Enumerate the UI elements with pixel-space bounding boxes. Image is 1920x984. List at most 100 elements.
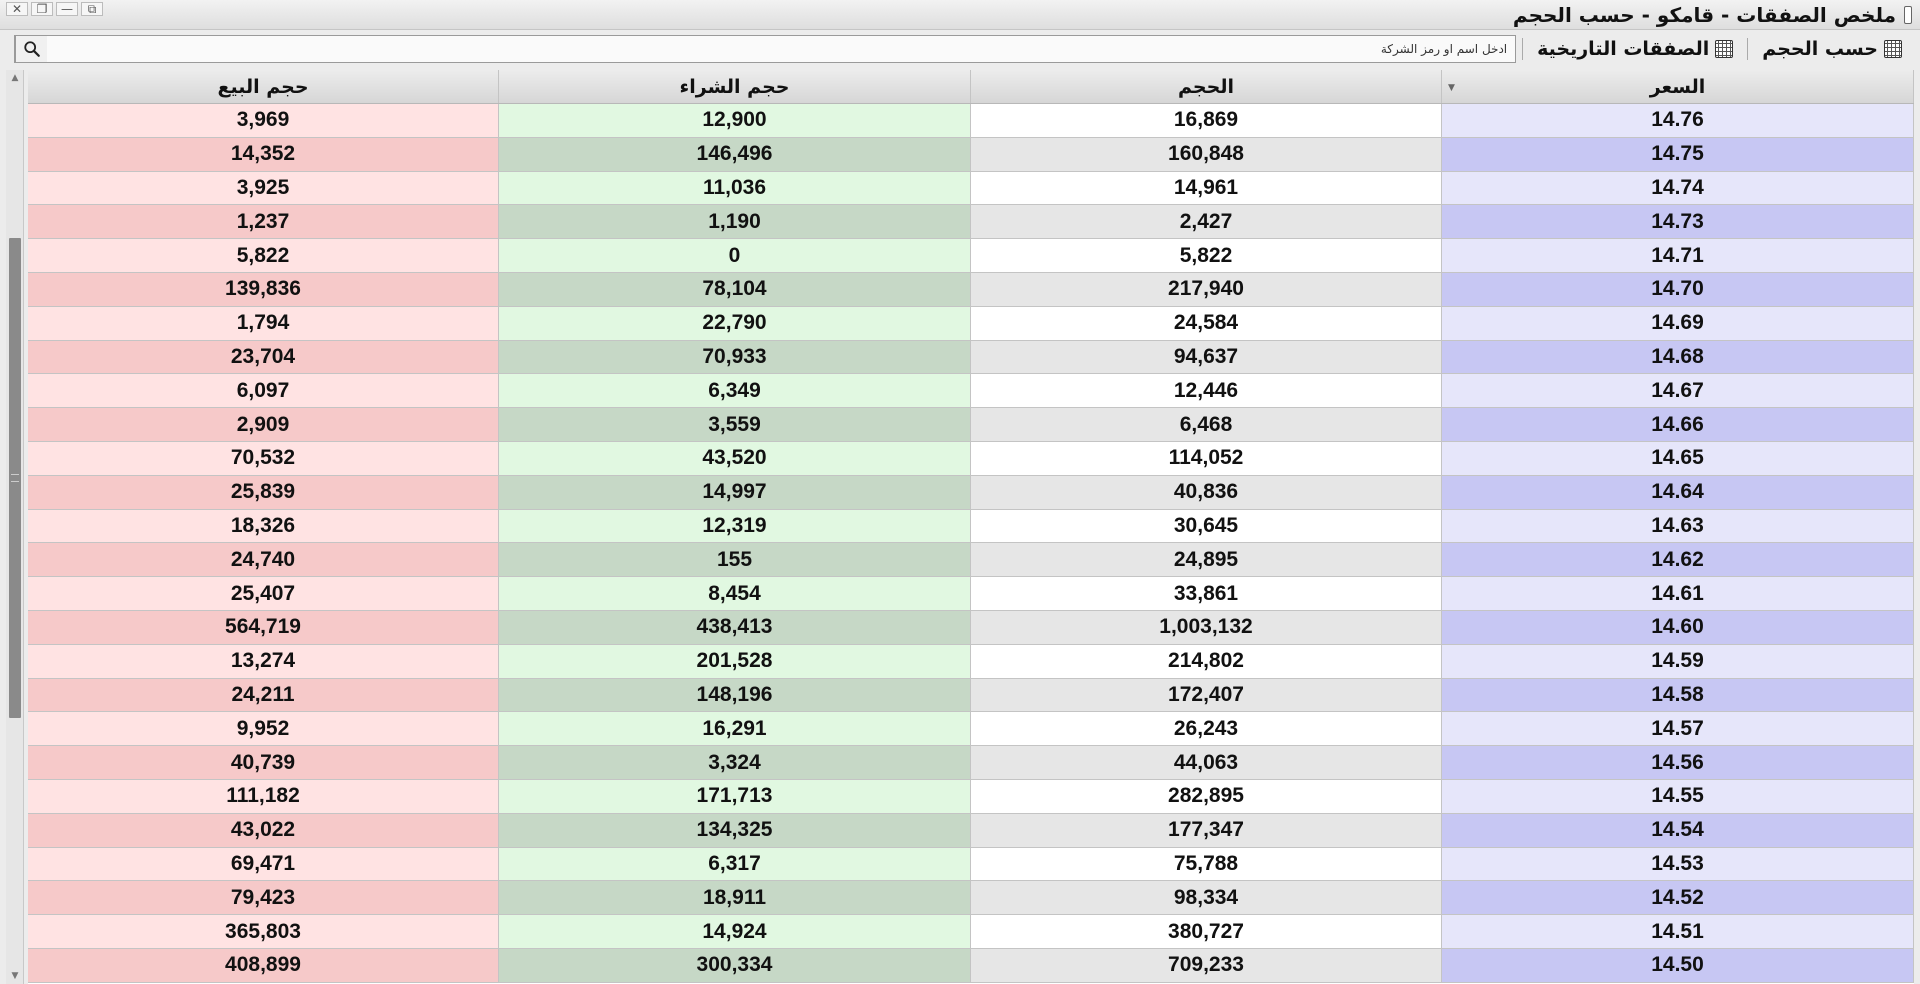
price-cell: 14.65: [1442, 441, 1914, 476]
table-row[interactable]: 40,739 3,324 44,063 14.56: [28, 746, 1914, 780]
buy-volume-cell: 11,036: [499, 171, 971, 206]
sort-descending-icon: ▼: [1448, 83, 1455, 93]
price-cell: 14.52: [1442, 881, 1914, 916]
table-row[interactable]: 25,407 8,454 33,861 14.61: [28, 577, 1914, 611]
buy-volume-cell: 43,520: [499, 441, 971, 476]
price-cell: 14.50: [1442, 948, 1914, 983]
close-window-button[interactable]: ✕: [6, 2, 28, 16]
sell-volume-cell: 24,211: [28, 678, 499, 713]
table-row[interactable]: 24,740 155 24,895 14.62: [28, 543, 1914, 578]
sell-volume-cell: 14,352: [28, 137, 499, 172]
table-row[interactable]: 23,704 70,933 94,637 14.68: [28, 340, 1914, 375]
volume-cell: 33,861: [971, 577, 1442, 611]
table-row[interactable]: 6,097 6,349 12,446 14.67: [28, 374, 1914, 409]
sell-volume-cell: 24,740: [28, 543, 499, 578]
volume-cell: 26,243: [971, 712, 1442, 747]
volume-cell: 12,446: [971, 374, 1442, 409]
table-row[interactable]: 70,532 43,520 114,052 14.65: [28, 441, 1914, 476]
sell-volume-cell: 6,097: [28, 374, 499, 409]
volume-cell: 177,347: [971, 813, 1442, 848]
volume-cell: 6,468: [971, 408, 1442, 442]
table-row[interactable]: 1,794 22,790 24,584 14.69: [28, 306, 1914, 341]
trade-summary-window: ✕ ❐ — ⧉ ملخص الصفقات - قامكو - حسب الحجم…: [0, 0, 1920, 984]
volume-cell: 30,645: [971, 509, 1442, 544]
table-row[interactable]: 18,326 12,319 30,645 14.63: [28, 509, 1914, 544]
sell-volume-cell: 1,237: [28, 205, 499, 240]
price-cell: 14.57: [1442, 712, 1914, 747]
price-cell: 14.58: [1442, 678, 1914, 713]
historical-trades-button[interactable]: الصفقات التاريخية: [1529, 38, 1741, 60]
sell-volume-cell: 365,803: [28, 915, 499, 949]
scroll-down-arrow-icon[interactable]: ▼: [6, 968, 24, 984]
table-row[interactable]: 3,925 11,036 14,961 14.74: [28, 171, 1914, 206]
historical-trades-label: الصفقات التاريخية: [1537, 37, 1710, 60]
column-header-price-label: السعر: [1649, 75, 1706, 98]
window-menu-icon[interactable]: [1904, 6, 1912, 24]
toolbar-divider: [1522, 37, 1524, 60]
table-row[interactable]: 3,969 12,900 16,869 14.76: [28, 104, 1914, 138]
table-row[interactable]: 25,839 14,997 40,836 14.64: [28, 475, 1914, 510]
table-row[interactable]: 9,952 16,291 26,243 14.57: [28, 712, 1914, 747]
table-row[interactable]: 365,803 14,924 380,727 14.51: [28, 915, 1914, 949]
table-row[interactable]: 43,022 134,325 177,347 14.54: [28, 813, 1914, 848]
volume-cell: 380,727: [971, 915, 1442, 949]
title-bar: ✕ ❐ — ⧉ ملخص الصفقات - قامكو - حسب الحجم: [0, 0, 1920, 30]
volume-cell: 282,895: [971, 779, 1442, 814]
table-row[interactable]: 24,211 148,196 172,407 14.58: [28, 678, 1914, 713]
table-row[interactable]: 13,274 201,528 214,802 14.59: [28, 644, 1914, 679]
table-row[interactable]: 139,836 78,104 217,940 14.70: [28, 272, 1914, 307]
table-row[interactable]: 2,909 3,559 6,468 14.66: [28, 408, 1914, 442]
price-cell: 14.54: [1442, 813, 1914, 848]
column-header-sell-volume[interactable]: حجم البيع: [28, 70, 499, 103]
table-row[interactable]: 14,352 146,496 160,848 14.75: [28, 137, 1914, 172]
table-row[interactable]: 1,237 1,190 2,427 14.73: [28, 205, 1914, 240]
volume-cell: 172,407: [971, 678, 1442, 713]
table-row[interactable]: 69,471 6,317 75,788 14.53: [28, 847, 1914, 882]
price-cell: 14.75: [1442, 137, 1914, 172]
volume-cell: 44,063: [971, 746, 1442, 780]
vertical-scrollbar[interactable]: ▲ ▼: [6, 70, 24, 984]
buy-volume-cell: 1,190: [499, 205, 971, 240]
buy-volume-cell: 22,790: [499, 306, 971, 341]
sell-volume-cell: 43,022: [28, 813, 499, 848]
volume-cell: 217,940: [971, 272, 1442, 307]
table-row[interactable]: 408,899 300,334 709,233 14.50: [28, 948, 1914, 983]
scrollbar-thumb[interactable]: [9, 238, 21, 718]
sell-volume-cell: 139,836: [28, 272, 499, 307]
buy-volume-cell: 70,933: [499, 340, 971, 375]
minimize-window-button[interactable]: —: [56, 2, 78, 16]
price-cell: 14.60: [1442, 610, 1914, 645]
detach-window-button[interactable]: ⧉: [81, 2, 103, 16]
table-row[interactable]: 79,423 18,911 98,334 14.52: [28, 881, 1914, 916]
sell-volume-cell: 70,532: [28, 441, 499, 476]
restore-window-button[interactable]: ❐: [31, 2, 53, 16]
price-cell: 14.76: [1442, 104, 1914, 138]
volume-cell: 94,637: [971, 340, 1442, 375]
sell-volume-cell: 564,719: [28, 610, 499, 645]
price-cell: 14.69: [1442, 306, 1914, 341]
sell-volume-cell: 23,704: [28, 340, 499, 375]
sell-volume-cell: 3,969: [28, 104, 499, 138]
buy-volume-cell: 0: [499, 239, 971, 273]
column-header-price[interactable]: ▼ السعر: [1442, 70, 1914, 103]
table-row[interactable]: 564,719 438,413 1,003,132 14.60: [28, 610, 1914, 645]
table-body: 3,969 12,900 16,869 14.76 14,352 146,496 160,8…: [28, 104, 1914, 983]
company-search-input[interactable]: [47, 35, 1516, 62]
volume-cell: 24,895: [971, 543, 1442, 578]
column-header-volume[interactable]: الحجم: [971, 70, 1442, 103]
price-cell: 14.68: [1442, 340, 1914, 375]
volume-cell: 1,003,132: [971, 610, 1442, 645]
table-row[interactable]: 111,182 171,713 282,895 14.55: [28, 779, 1914, 814]
table-row[interactable]: 5,822 0 5,822 14.71: [28, 239, 1914, 273]
volume-cell: 14,961: [971, 171, 1442, 206]
scroll-up-arrow-icon[interactable]: ▲: [6, 70, 24, 86]
calendar-icon: [1715, 39, 1734, 58]
by-volume-button[interactable]: حسب الحجم: [1754, 38, 1910, 60]
sell-volume-cell: 25,839: [28, 475, 499, 510]
search-button[interactable]: [15, 35, 47, 62]
sell-volume-cell: 40,739: [28, 746, 499, 780]
buy-volume-cell: 201,528: [499, 644, 971, 679]
column-header-buy-volume[interactable]: حجم الشراء: [499, 70, 971, 103]
scrollbar-grip-icon: [11, 474, 19, 482]
buy-volume-cell: 171,713: [499, 779, 971, 814]
